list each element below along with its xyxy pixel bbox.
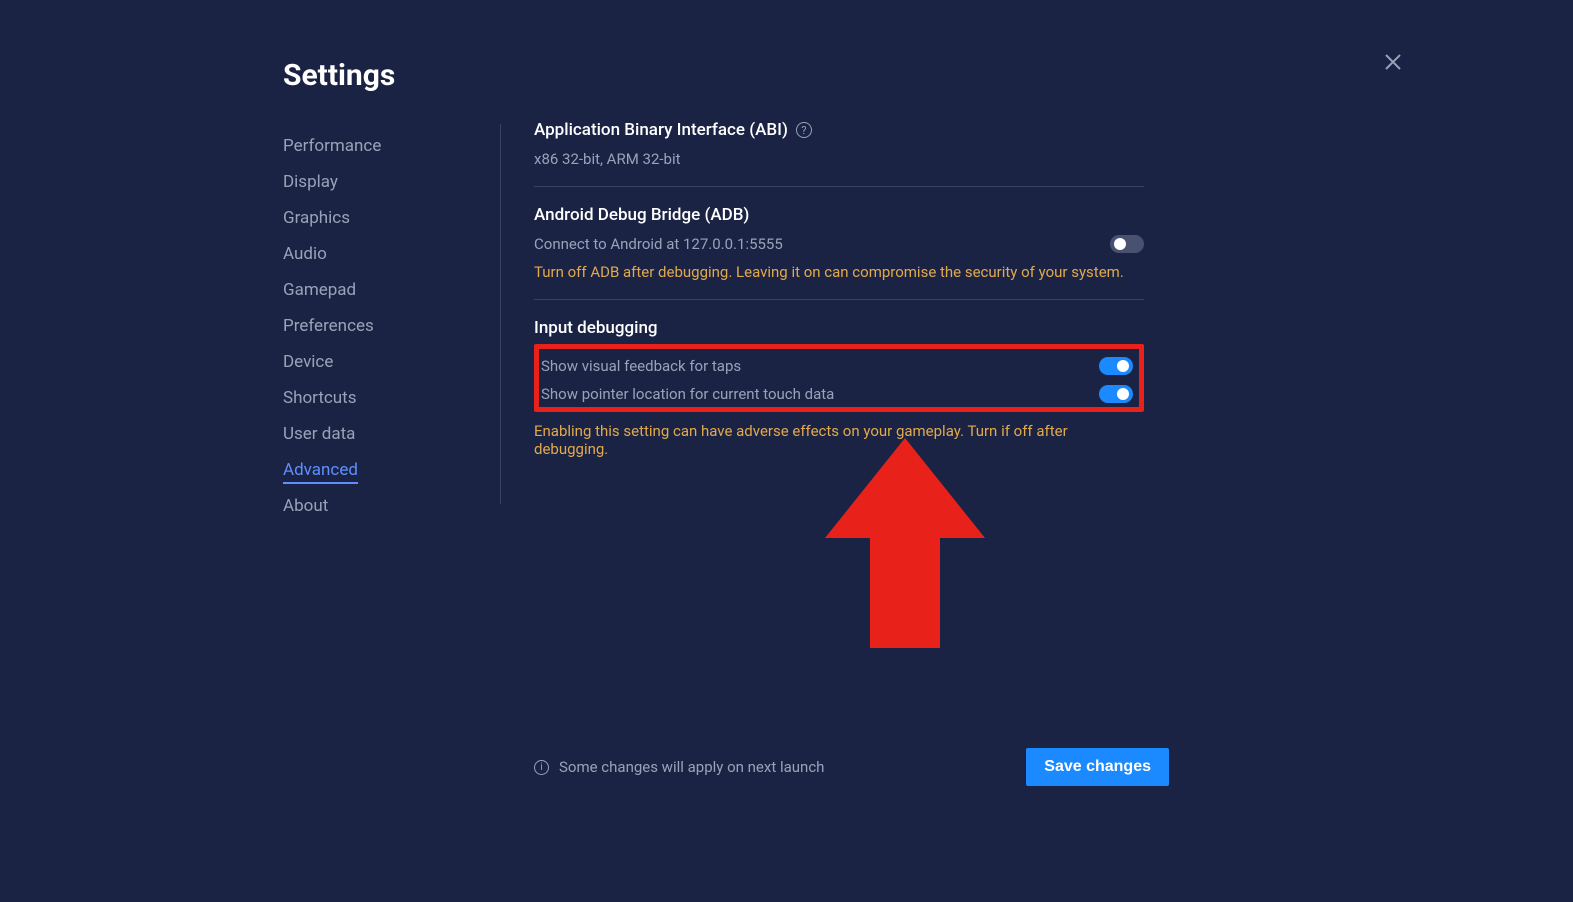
sidebar-item-label: Device — [283, 352, 333, 372]
sidebar-item-label: Advanced — [283, 460, 358, 484]
sidebar-item-advanced[interactable]: Advanced — [283, 452, 483, 488]
sidebar-item-gamepad[interactable]: Gamepad — [283, 272, 483, 308]
save-changes-button[interactable]: Save changes — [1026, 748, 1169, 786]
sidebar-item-user-data[interactable]: User data — [283, 416, 483, 452]
sidebar-item-preferences[interactable]: Preferences — [283, 308, 483, 344]
adb-warning: Turn off ADB after debugging. Leaving it… — [534, 263, 1144, 281]
sidebar-item-label: Graphics — [283, 208, 350, 228]
input-debug-opt2-toggle[interactable] — [1099, 385, 1133, 403]
section-input-debugging: Input debugging Show visual feedback for… — [534, 299, 1144, 458]
sidebar-item-display[interactable]: Display — [283, 164, 483, 200]
sidebar-item-label: Preferences — [283, 316, 374, 336]
sidebar-item-label: Display — [283, 172, 338, 192]
sidebar-item-label: Gamepad — [283, 280, 356, 300]
input-debug-title: Input debugging — [534, 318, 1144, 338]
section-abi: Application Binary Interface (ABI) ? x86… — [534, 120, 1144, 186]
footer-note: i Some changes will apply on next launch — [534, 758, 824, 776]
sidebar-item-device[interactable]: Device — [283, 344, 483, 380]
sidebar-divider — [500, 124, 501, 504]
settings-main: Application Binary Interface (ABI) ? x86… — [534, 120, 1144, 458]
close-icon — [1381, 50, 1405, 74]
close-button[interactable] — [1381, 50, 1405, 74]
info-icon: i — [534, 760, 549, 775]
settings-footer: i Some changes will apply on next launch… — [534, 748, 1169, 786]
sidebar-item-label: Performance — [283, 136, 381, 156]
adb-toggle[interactable] — [1110, 235, 1144, 253]
abi-title: Application Binary Interface (ABI) — [534, 120, 788, 140]
abi-value: x86 32-bit, ARM 32-bit — [534, 150, 1144, 168]
input-debug-opt1-label: Show visual feedback for taps — [541, 357, 741, 375]
sidebar-item-performance[interactable]: Performance — [283, 128, 483, 164]
section-adb: Android Debug Bridge (ADB) Connect to An… — [534, 186, 1144, 299]
sidebar-item-label: Shortcuts — [283, 388, 357, 408]
input-debug-opt1-toggle[interactable] — [1099, 357, 1133, 375]
annotation-arrow-up-icon — [825, 438, 985, 648]
adb-title: Android Debug Bridge (ADB) — [534, 205, 1144, 225]
sidebar-item-audio[interactable]: Audio — [283, 236, 483, 272]
sidebar-item-label: User data — [283, 424, 355, 444]
input-debug-opt2-label: Show pointer location for current touch … — [541, 385, 834, 403]
input-debug-warning: Enabling this setting can have adverse e… — [534, 422, 1144, 458]
annotation-highlight-box: Show visual feedback for taps Show point… — [534, 344, 1144, 412]
sidebar-item-graphics[interactable]: Graphics — [283, 200, 483, 236]
settings-sidebar: Performance Display Graphics Audio Gamep… — [283, 128, 483, 524]
page-title: Settings — [283, 58, 395, 93]
adb-sub: Connect to Android at 127.0.0.1:5555 — [534, 235, 783, 253]
sidebar-item-label: Audio — [283, 244, 327, 264]
sidebar-item-label: About — [283, 496, 328, 516]
help-icon[interactable]: ? — [796, 122, 812, 138]
footer-note-text: Some changes will apply on next launch — [559, 758, 824, 776]
sidebar-item-shortcuts[interactable]: Shortcuts — [283, 380, 483, 416]
sidebar-item-about[interactable]: About — [283, 488, 483, 524]
